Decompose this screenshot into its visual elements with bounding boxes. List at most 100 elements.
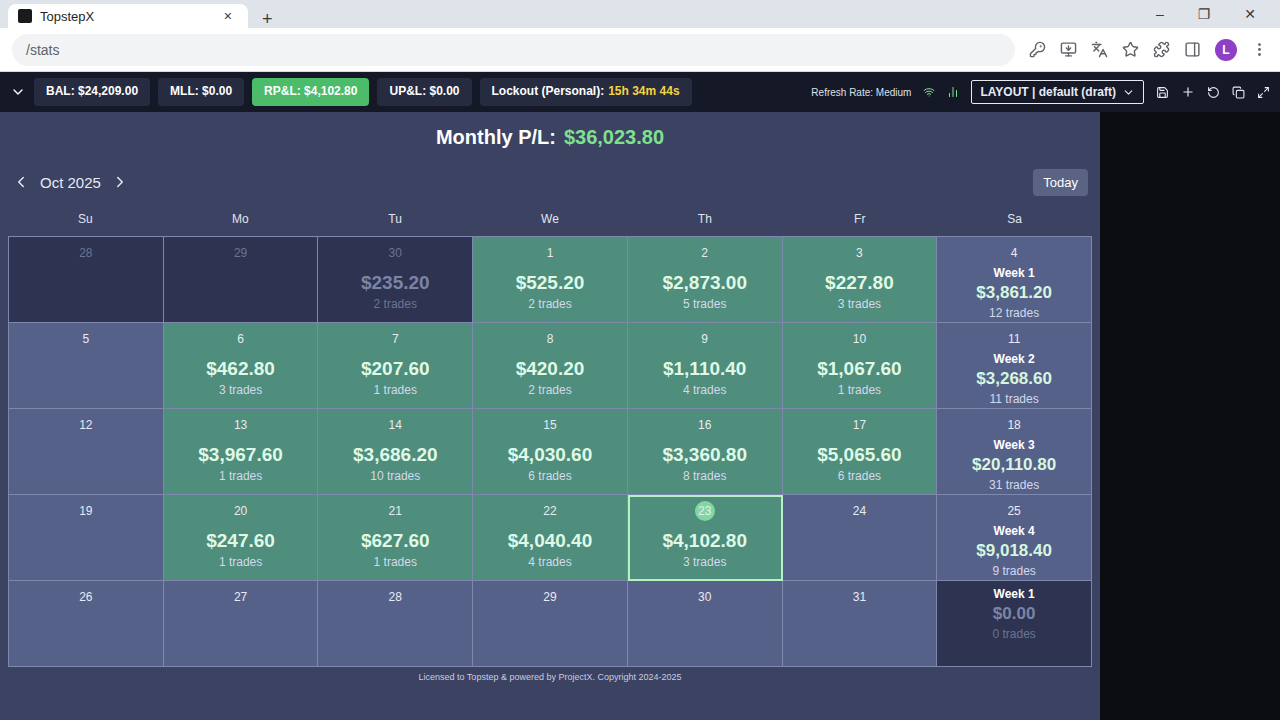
pnl-amount: $462.80 [206,358,275,380]
week-summary-cell[interactable]: 4Week 1$3,861.2012 trades [937,237,1092,323]
calendar-day-cell[interactable]: 12 [9,409,164,495]
trade-count: 2 trades [374,297,417,311]
site-icon [18,9,32,23]
date-number: 7 [385,329,405,349]
window-button[interactable]: – [1150,7,1170,21]
trade-count: 1 trades [219,469,262,483]
calendar-day-cell[interactable]: 19 [9,495,164,581]
calendar-day-cell[interactable]: 28 [318,581,473,667]
trade-count: 11 trades [990,392,1039,406]
trade-count: 12 trades [989,306,1039,320]
calendar-day-cell[interactable]: 27 [164,581,319,667]
trade-count: 8 trades [683,469,726,483]
calendar-day-cell[interactable]: 3$227.803 trades [783,237,938,323]
stat-pill[interactable]: RP&L: $4,102.80 [252,78,369,106]
profile-avatar[interactable]: L [1215,39,1237,61]
calendar-day-cell[interactable]: 5 [9,323,164,409]
calendar-day-cell[interactable]: 22$4,040.404 trades [473,495,628,581]
weekday-label: Tu [318,212,473,226]
plus-icon[interactable] [1181,85,1195,99]
date-number: 13 [231,415,251,435]
chevron-down-icon[interactable] [10,84,26,100]
new-tab-button[interactable]: + [256,10,279,28]
date-number: 2 [695,243,715,263]
month-nav: Oct 2025Today [8,162,1092,202]
chevron-right-icon[interactable] [111,173,129,191]
calendar-day-cell[interactable]: 26 [9,581,164,667]
maximize-icon[interactable] [1257,86,1270,99]
calendar-day-cell[interactable]: 16 $3,360.80 8 trades [628,409,783,495]
window-button[interactable]: ✕ [1238,7,1262,21]
copy-icon[interactable] [1232,86,1245,99]
install-icon[interactable] [1060,41,1077,58]
weekday-label: Mo [163,212,318,226]
calendar-day-cell[interactable]: 17$5,065.606 trades [783,409,938,495]
calendar-day-cell[interactable]: 15$4,030.606 trades [473,409,628,495]
extensions-icon[interactable] [1153,41,1170,58]
tab-close-button[interactable]: × [218,9,238,23]
browser-tab[interactable]: TopstepX× [8,4,248,28]
pnl-amount: $3,360.80 [662,444,747,466]
translate-icon[interactable] [1091,41,1108,58]
pnl-amount: $3,268.60 [976,369,1052,389]
week-label: Week 3 [994,438,1035,452]
chevron-left-icon[interactable] [12,173,30,191]
pnl-amount: $3,686.20 [353,444,438,466]
date-number: 8 [540,329,560,349]
stat-pill[interactable]: BAL: $24,209.00 [34,78,150,106]
week-label: Week 1 [994,587,1035,601]
calendar-day-cell[interactable]: 28 [9,237,164,323]
today-button[interactable]: Today [1033,169,1088,196]
calendar-day-cell[interactable]: 7$207.601 trades [318,323,473,409]
save-icon[interactable] [1156,86,1169,99]
calendar-day-cell[interactable]: 9$1,110.404 trades [628,323,783,409]
calendar-day-cell[interactable]: 24 [783,495,938,581]
week-summary-cell[interactable]: 11Week 2$3,268.6011 trades [937,323,1092,409]
calendar-day-cell[interactable]: 6$462.803 trades [164,323,319,409]
pnl-amount: $2,873.00 [662,272,747,294]
calendar-day-cell[interactable]: 14$3,686.2010 trades [318,409,473,495]
date-number: 22 [540,501,560,521]
calendar-day-cell[interactable]: 20$247.601 trades [164,495,319,581]
calendar-day-cell[interactable]: 2$2,873.005 trades [628,237,783,323]
layout-select[interactable]: LAYOUT | default (draft) [971,80,1144,104]
stat-pill[interactable]: UP&L: $0.00 [377,78,471,106]
date-number: 4 [1004,243,1024,263]
calendar-day-cell[interactable]: 29 [473,581,628,667]
monthly-pnl-value: $36,023.80 [564,126,664,149]
week-summary-cell[interactable]: Week 1$0.000 trades [937,581,1092,667]
stat-pill[interactable]: MLL: $0.00 [158,78,244,106]
calendar-day-cell[interactable]: 30$235.202 trades [318,237,473,323]
calendar-day-cell[interactable]: 21$627.601 trades [318,495,473,581]
date-number: 5 [76,329,96,349]
date-number: 12 [76,415,96,435]
trade-count: 4 trades [528,555,571,569]
tab-strip: TopstepX× + – ❐ ✕ [0,0,1280,28]
calendar-day-cell[interactable]: 31 [783,581,938,667]
menu-icon[interactable] [1251,41,1268,58]
week-summary-cell[interactable]: 18Week 3$20,110.8031 trades [937,409,1092,495]
calendar-day-cell[interactable]: 29 [164,237,319,323]
side-panel-icon[interactable] [1184,41,1201,58]
pnl-amount: $3,967.60 [198,444,283,466]
calendar-day-cell[interactable]: 1$525.202 trades [473,237,628,323]
calendar-day-cell[interactable]: 23$4,102.803 trades [628,495,783,581]
undo-icon[interactable] [1207,86,1220,99]
star-icon[interactable] [1122,41,1139,58]
calendar-day-cell[interactable]: 13 $3,967.60 1 trades [164,409,319,495]
lockout-pill[interactable]: Lockout (Personal):15h 34m 44s [480,78,692,106]
calendar-day-cell[interactable]: 30 [628,581,783,667]
date-number: 10 [849,329,869,349]
week-summary-cell[interactable]: 25Week 4$9,018.409 trades [937,495,1092,581]
url-field[interactable]: /stats [12,34,1015,66]
trade-count: 3 trades [683,555,726,569]
pnl-amount: $235.20 [361,272,430,294]
key-icon[interactable] [1029,41,1046,58]
calendar-day-cell[interactable]: 8$420.202 trades [473,323,628,409]
date-number: 16 [695,415,715,435]
calendar-panel: Monthly P/L:$36,023.80Oct 2025TodaySuMoT… [0,112,1100,720]
date-number: 14 [385,415,405,435]
weekday-label: Fr [782,212,937,226]
window-button[interactable]: ❐ [1192,7,1217,21]
calendar-day-cell[interactable]: 10$1,067.601 trades [783,323,938,409]
